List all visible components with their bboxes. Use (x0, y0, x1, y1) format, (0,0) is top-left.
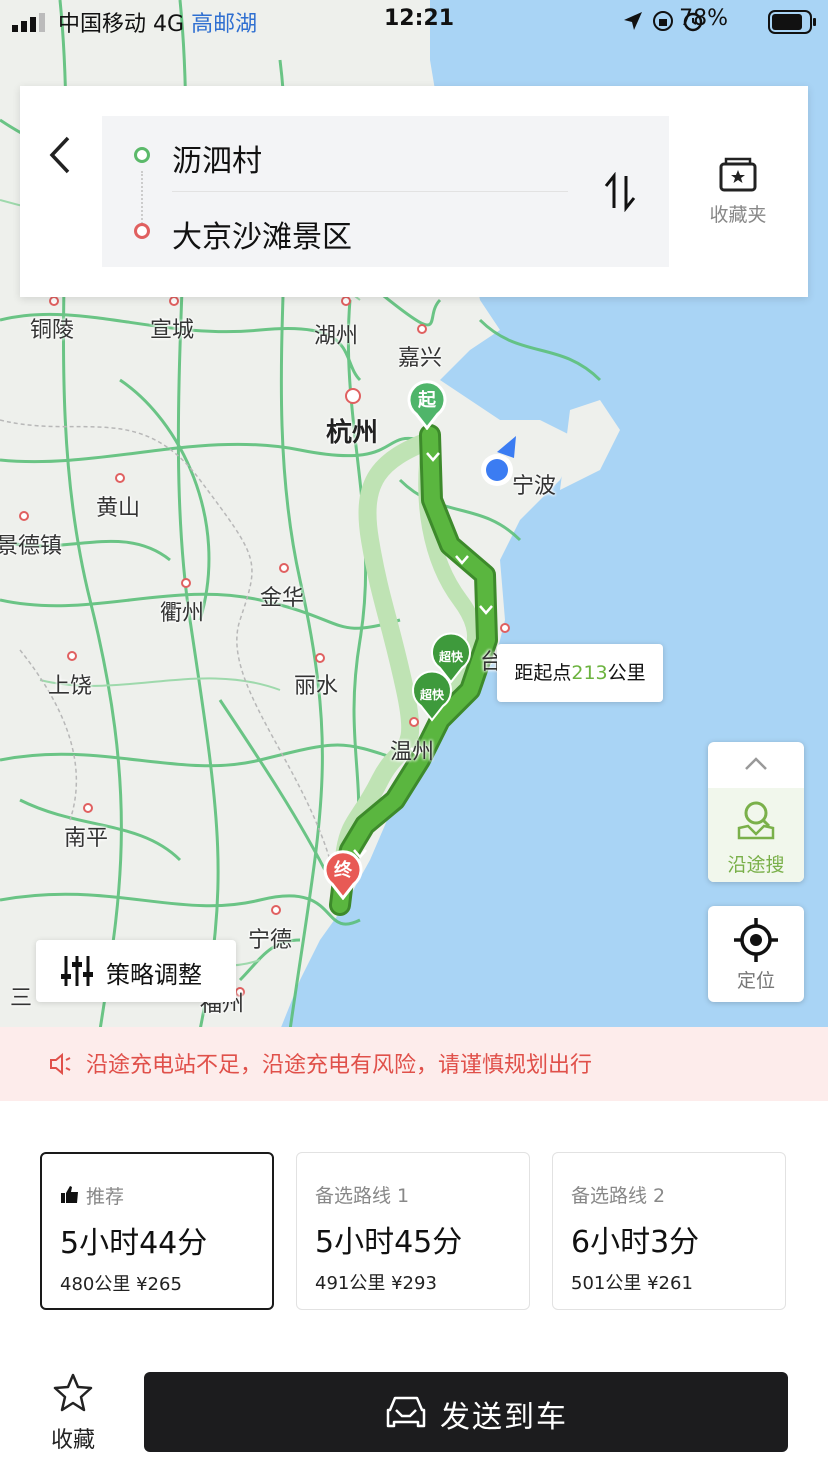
charging-warning-banner: 沿途充电站不足，沿途充电有风险，请谨慎规划出行 (0, 1027, 828, 1101)
route-price: ¥265 (136, 1274, 182, 1295)
car-icon (386, 1396, 426, 1428)
origin-dot (134, 147, 150, 163)
favorite-label: 收藏 (50, 1428, 95, 1453)
destination-input[interactable]: 大京沙滩景区 (172, 212, 352, 256)
chevron-up-icon (745, 757, 767, 770)
favorites-folder-label: 收藏夹 (709, 204, 767, 226)
city-label: 宁波 (512, 474, 557, 499)
distance-unit: 公里 (607, 662, 646, 684)
star-icon (53, 1373, 93, 1412)
city-label: 三 (10, 986, 33, 1011)
route-distance: 491公里 (315, 1273, 386, 1294)
route-price: ¥261 (647, 1273, 693, 1294)
route-option-alt-2[interactable]: 备选路线 2 6小时3分 501公里 ¥261 (552, 1152, 786, 1310)
city-label: 宣城 (150, 318, 195, 343)
speaker-icon (50, 1052, 71, 1076)
along-route-search-button[interactable]: 沿途搜 (708, 788, 804, 882)
location-name: 高邮湖 (191, 12, 258, 37)
route-meta: 480公里 ¥265 (60, 1270, 182, 1296)
city-label: 景德镇 (0, 534, 63, 559)
thumbs-up-icon (61, 1186, 78, 1203)
chevron-left-icon (49, 136, 70, 174)
city-label: 衢州 (160, 601, 205, 626)
swap-button[interactable] (600, 171, 640, 213)
carrier-info: 中国移动 4G 高邮湖 (58, 6, 257, 38)
locate-label: 定位 (736, 970, 775, 992)
city-label: 黄山 (96, 496, 141, 521)
distance-tooltip: 距起点213公里 (497, 644, 663, 702)
city-label: 宁德 (248, 928, 293, 953)
rotation-lock-icon (653, 11, 673, 31)
origin-input[interactable]: 沥泗村 (172, 136, 262, 180)
send-to-car-button[interactable]: 发送到车 (144, 1372, 788, 1452)
charger-marker[interactable]: 超快 (411, 670, 453, 722)
battery-percent: 78% (679, 6, 728, 31)
sliders-icon (61, 956, 93, 986)
city-label: 嘉兴 (398, 346, 443, 371)
distance-value: 213 (571, 662, 608, 684)
city-label: 温州 (390, 740, 435, 765)
favorite-button[interactable]: 收藏 (40, 1372, 106, 1453)
route-tag: 备选路线 1 (315, 1185, 410, 1207)
battery-icon (768, 10, 816, 34)
route-duration: 6小时3分 (571, 1225, 700, 1260)
city-label: 湖州 (314, 324, 359, 349)
charger-label: 超快 (438, 650, 463, 664)
back-button[interactable] (40, 130, 80, 180)
route-inputs: 沥泗村 大京沙滩景区 (102, 116, 669, 267)
end-marker-label: 终 (334, 860, 352, 881)
city-label: 金华 (260, 586, 305, 611)
along-route-search-label: 沿途搜 (727, 854, 785, 876)
route-distance: 501公里 (571, 1273, 642, 1294)
clock: 12:21 (384, 6, 455, 31)
along-route-panel: 沿途搜 (708, 742, 804, 882)
route-tag: 推荐 (86, 1186, 125, 1208)
route-connector (141, 171, 145, 227)
collapse-button[interactable] (708, 742, 804, 788)
network-type: 4G (153, 12, 185, 37)
city-label: 杭州 (326, 418, 379, 448)
locate-button[interactable]: 定位 (708, 906, 804, 1002)
charger-label: 超快 (419, 688, 444, 702)
crosshair-icon (734, 918, 778, 962)
destination-dot (134, 223, 150, 239)
swap-icon (604, 171, 636, 213)
route-meta: 501公里 ¥261 (571, 1269, 693, 1295)
distance-prefix: 距起点 (514, 662, 572, 684)
route-price: ¥293 (391, 1273, 437, 1294)
search-along-route-icon (737, 801, 775, 840)
location-arrow-icon (624, 12, 642, 30)
city-label: 丽水 (294, 674, 339, 699)
route-duration: 5小时44分 (60, 1226, 208, 1261)
favorites-folder-button[interactable]: 收藏夹 (703, 156, 773, 227)
warning-text: 沿途充电站不足，沿途充电有风险，请谨慎规划出行 (86, 1053, 593, 1078)
city-label: 铜陵 (30, 318, 75, 343)
route-option-recommended[interactable]: 推荐 5小时44分 480公里 ¥265 (40, 1152, 274, 1310)
city-label: 上饶 (48, 674, 93, 699)
folder-icon (719, 157, 757, 192)
send-to-car-label: 发送到车 (440, 1400, 568, 1435)
strategy-adjust-button[interactable]: 策略调整 (36, 940, 236, 1002)
divider (172, 191, 568, 192)
route-duration: 5小时45分 (315, 1225, 463, 1260)
signal-icon (12, 13, 45, 32)
start-marker-label: 起 (418, 390, 436, 411)
carrier-name: 中国移动 (58, 12, 147, 37)
end-marker[interactable]: 终 (322, 850, 364, 900)
route-input-card: 沥泗村 大京沙滩景区 收藏夹 (20, 86, 808, 297)
route-tag: 备选路线 2 (571, 1185, 666, 1207)
route-distance: 480公里 (60, 1274, 131, 1295)
start-marker[interactable]: 起 (406, 380, 448, 430)
status-bar: 中国移动 4G 高邮湖 12:21 78% (0, 0, 828, 44)
route-meta: 491公里 ¥293 (315, 1269, 437, 1295)
strategy-adjust-label: 策略调整 (106, 961, 202, 989)
route-option-alt-1[interactable]: 备选路线 1 5小时45分 491公里 ¥293 (296, 1152, 530, 1310)
city-label: 南平 (64, 826, 109, 851)
